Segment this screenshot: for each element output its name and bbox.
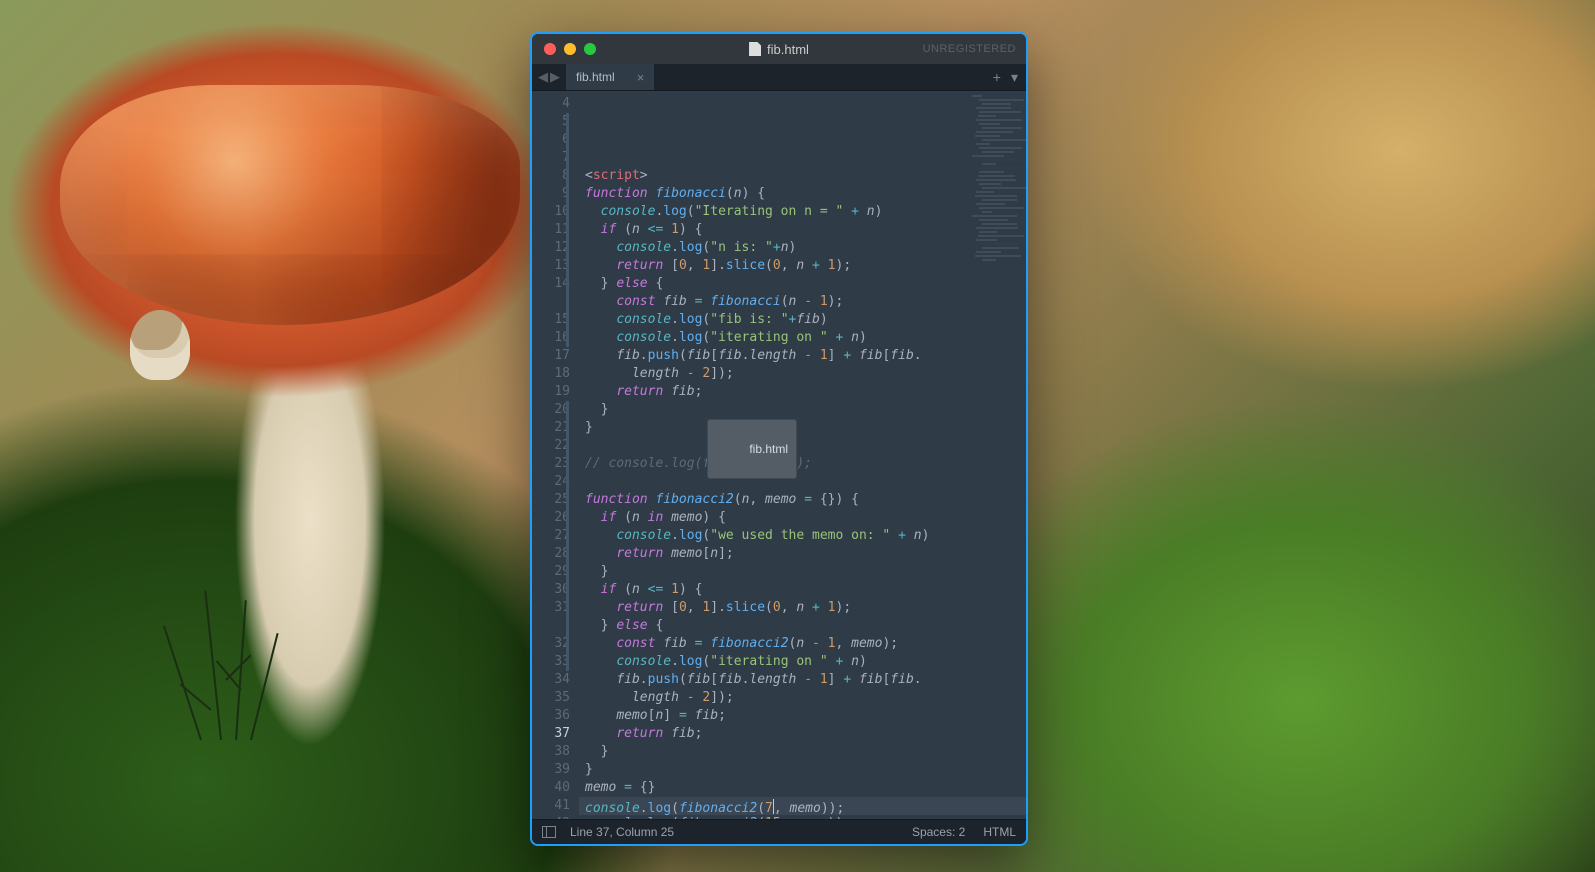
minimize-icon[interactable] [564,43,576,55]
status-bar: Line 37, Column 25 Spaces: 2 HTML [532,819,1026,844]
tab-actions: + ▾ [993,64,1026,90]
code-line[interactable]: console.log("iterating on " + n) [585,329,1020,347]
tab-fib-html[interactable]: fib.html × [566,64,654,90]
wallpaper-mushroom-spots [60,85,520,325]
code-line[interactable]: return fib; [585,383,1020,401]
registration-label: UNREGISTERED [923,43,1016,55]
titlebar[interactable]: fib.html UNREGISTERED [532,34,1026,64]
syntax-mode[interactable]: HTML [983,825,1016,839]
tab-close-icon[interactable]: × [637,70,645,85]
tab-history-nav: ◀ ▶ [532,64,566,90]
code-line[interactable]: function fibonacci2(n, memo = {}) { [585,491,1020,509]
code-line[interactable]: console.log("Iterating on n = " + n) [585,203,1020,221]
code-line[interactable] [585,473,1020,491]
window-title-text: fib.html [767,42,809,57]
tab-label: fib.html [576,70,615,84]
code-line[interactable]: } else { [585,275,1020,293]
code-editor[interactable]: <script>function fibonacci(n) { console.… [579,91,1026,819]
code-line[interactable]: <script> [585,167,1020,185]
window-controls [544,43,596,55]
desktop-wallpaper: fib.html UNREGISTERED ◀ ▶ fib.html × + ▾ [0,0,1595,872]
editor-window: fib.html UNREGISTERED ◀ ▶ fib.html × + ▾ [530,32,1028,846]
code-line[interactable]: console.log("n is: "+n) [585,239,1020,257]
code-line[interactable]: memo = {} [585,779,1020,797]
code-line[interactable]: length - 2]); [585,365,1020,383]
code-line[interactable]: console.log("iterating on " + n) [585,653,1020,671]
code-line[interactable]: memo[n] = fib; [585,707,1020,725]
code-line[interactable] [585,437,1020,455]
code-line[interactable]: return fib; [585,725,1020,743]
code-line[interactable]: } else { [585,617,1020,635]
tab-strip: ◀ ▶ fib.html × + ▾ [532,64,1026,91]
filename-tooltip: fib.html [707,419,797,479]
code-line[interactable]: } [585,563,1020,581]
wallpaper-plant [150,560,330,740]
indentation-setting[interactable]: Spaces: 2 [912,825,965,839]
code-line[interactable]: if (n <= 1) { [585,581,1020,599]
close-icon[interactable] [544,43,556,55]
code-line[interactable]: fib.push(fib[fib.length - 1] + fib[fib. [585,347,1020,365]
code-line[interactable]: } [585,419,1020,437]
fold-indicator-bar [566,95,569,815]
code-line[interactable]: fib.push(fib[fib.length - 1] + fib[fib. [585,671,1020,689]
code-line[interactable]: return memo[n]; [585,545,1020,563]
code-line[interactable]: function fibonacci(n) { [585,185,1020,203]
panel-toggle-icon[interactable] [542,826,556,838]
code-line[interactable]: length - 2]); [585,689,1020,707]
code-line[interactable]: const fib = fibonacci2(n - 1, memo); [585,635,1020,653]
code-line[interactable]: console.log(fibonacci2(15, memo)); [585,815,1020,819]
maximize-icon[interactable] [584,43,596,55]
code-line[interactable]: } [585,401,1020,419]
code-line[interactable]: console.log("fib is: "+fib) [585,311,1020,329]
cursor-position[interactable]: Line 37, Column 25 [570,825,674,839]
code-line[interactable]: } [585,761,1020,779]
line-number-gutter[interactable]: 4567891011121314151617181920212223242526… [532,91,579,819]
file-icon [749,42,761,56]
code-line[interactable]: // console.log(fibonacci(7)); [585,455,1020,473]
nav-forward-icon[interactable]: ▶ [550,69,560,85]
tab-menu-icon[interactable]: ▾ [1011,69,1018,86]
code-line[interactable]: } [585,743,1020,761]
code-line[interactable]: return [0, 1].slice(0, n + 1); [585,257,1020,275]
code-line[interactable]: if (n in memo) { [585,509,1020,527]
code-area: 4567891011121314151617181920212223242526… [532,91,1026,819]
code-line[interactable]: return [0, 1].slice(0, n + 1); [585,599,1020,617]
code-line[interactable]: const fib = fibonacci(n - 1); [585,293,1020,311]
code-line[interactable]: console.log("we used the memo on: " + n) [585,527,1020,545]
code-line[interactable]: if (n <= 1) { [585,221,1020,239]
new-tab-icon[interactable]: + [993,69,1001,85]
nav-back-icon[interactable]: ◀ [538,69,548,85]
code-line[interactable]: console.log(fibonacci2(7, memo)); [585,797,1020,815]
